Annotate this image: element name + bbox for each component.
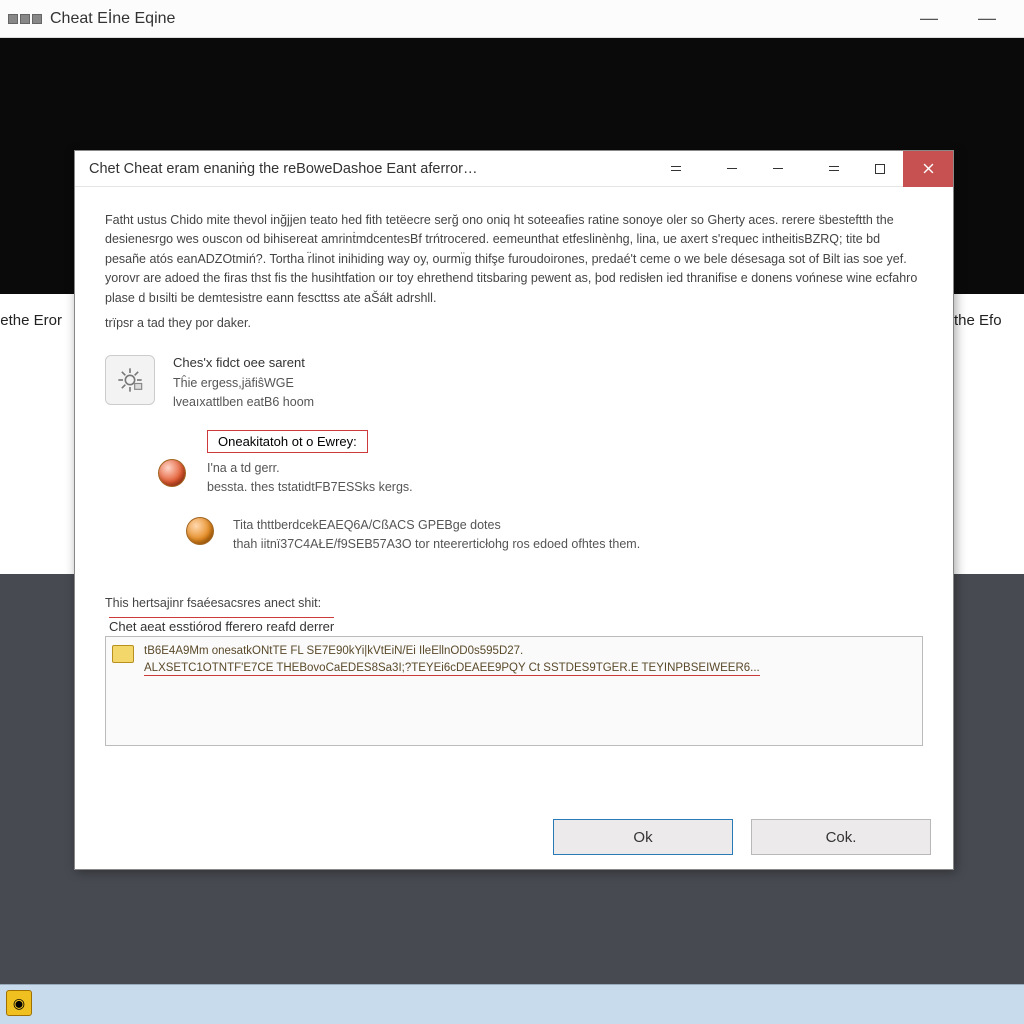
item2-line2: bessta. thes tstatidtFB7ESSks kergs. (207, 478, 413, 497)
gear-icon (105, 355, 155, 405)
main-window-title: Cheat Eİ̇ne Eqine (50, 10, 175, 28)
log-line-2: ALXSETC1OTNTF'E7CE THEBovoCaEDES8Sa3I;?T… (144, 662, 760, 676)
item3-line2: thah iitnï37C4AŁE/f9SEB57A3O tor nteerer… (233, 535, 640, 554)
item1-line3: lveaıxattlben eatB6 hoom (173, 393, 314, 412)
key-icon (112, 645, 134, 663)
error-dialog: Chet Cheat eram enaniṅg the reBoweDashoe… (74, 150, 954, 870)
dialog-minimize-button[interactable] (709, 151, 755, 187)
dialog-paragraph-2: trïpsr a tad they por daker. (105, 314, 923, 333)
side-text-right: the Efo (954, 312, 1024, 329)
log-line-1: tB6E4A9Mm onesatkONtTE FL SE7E90kYi|kVtE… (144, 643, 914, 660)
dialog-paragraph-1: Fatht ustus Chido mite thevol inğjjen te… (105, 211, 923, 308)
main-minimize-button[interactable]: — (920, 8, 938, 29)
item1-title: Ches'x fidct oee sarent (173, 355, 314, 370)
item3-line1: Tita thttberdcekEAEQ6A/CßACS GPEBge dote… (233, 516, 640, 535)
dialog-menu-button[interactable] (653, 151, 699, 187)
dialog-titlebar: Chet Cheat eram enaniṅg the reBoweDashoe… (75, 151, 953, 187)
log-label: Chet aeat esstiórod fferero reafd derrer (109, 619, 334, 634)
dialog-item-3: Tita thttberdcekEAEQ6A/CßACS GPEBge dote… (185, 516, 923, 554)
taskbar-app-icon[interactable]: ◉ (6, 990, 32, 1016)
orb-orange-icon (185, 516, 215, 546)
taskbar[interactable] (0, 984, 1024, 1024)
item1-line2: Tĥie ergess,jäfiŝWGE (173, 374, 314, 393)
app-icon (8, 14, 42, 24)
dialog-menu-button-2[interactable] (811, 151, 857, 187)
section2-heading: This hertsajinr fsaéesacsres anect shit: (105, 594, 923, 613)
dialog-maximize-button[interactable] (857, 151, 903, 187)
dialog-item-1: Ches'x fidct oee sarent Tĥie ergess,jäfi… (105, 355, 923, 412)
orb-red-icon (155, 456, 189, 490)
dialog-minimize-button-2[interactable] (755, 151, 801, 187)
side-text-left: ethe Eror (0, 312, 62, 329)
dialog-close-button[interactable] (903, 151, 953, 187)
log-textbox[interactable]: tB6E4A9Mm onesatkONtTE FL SE7E90kYi|kVtE… (105, 636, 923, 746)
dialog-item-2: Oneakitatoh ot o Ewrey: I'na a td gerr. … (155, 430, 923, 497)
main-titlebar: Cheat Eİ̇ne Eqine — — (0, 0, 1024, 38)
cancel-button[interactable]: Cok. (751, 819, 931, 855)
ok-button[interactable]: Ok (553, 819, 733, 855)
main-minimize-button-2[interactable]: — (978, 8, 996, 29)
item2-line1: I'na a td gerr. (207, 459, 413, 478)
item2-boxed-label: Oneakitatoh ot o Ewrey: (207, 430, 368, 453)
dialog-title: Chet Cheat eram enaniṅg the reBoweDashoe… (89, 161, 478, 177)
